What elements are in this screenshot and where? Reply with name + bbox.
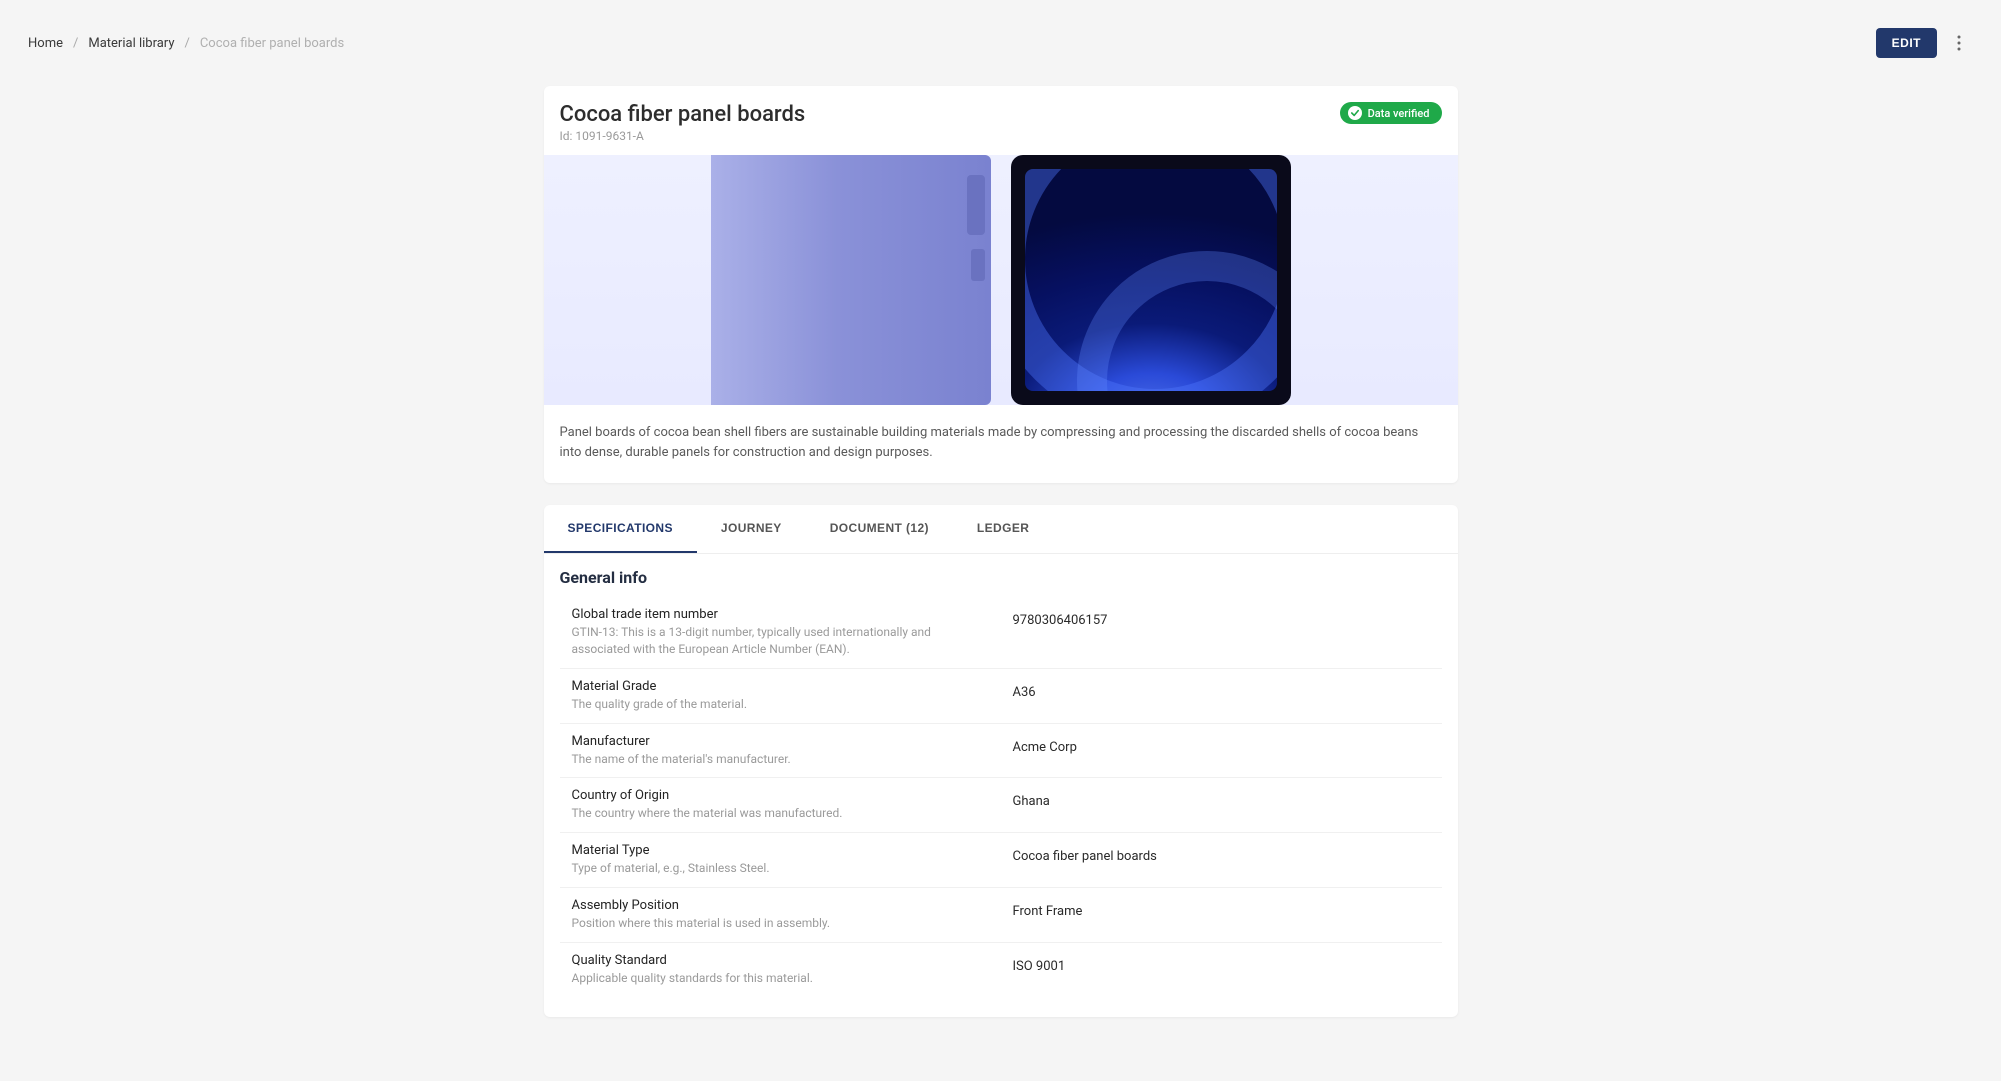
material-id: Id: 1091-9631-A (560, 129, 1442, 143)
spec-value: Cocoa fiber panel boards (1013, 843, 1430, 877)
breadcrumb-separator: / (73, 36, 78, 51)
section-title: General info (560, 568, 1442, 587)
check-circle-icon (1348, 106, 1362, 120)
kebab-icon (1957, 35, 1961, 51)
spec-row: Assembly Position Position where this ma… (560, 888, 1442, 943)
spec-label: Global trade item number (572, 607, 989, 622)
spec-label: Manufacturer (572, 734, 989, 749)
spec-desc: The quality grade of the material. (572, 696, 989, 713)
tabs: SPECIFICATIONS JOURNEY DOCUMENT (12) LED… (544, 505, 1458, 554)
material-details-card: SPECIFICATIONS JOURNEY DOCUMENT (12) LED… (544, 505, 1458, 1016)
spec-value: Ghana (1013, 788, 1430, 822)
breadcrumb-current: Cocoa fiber panel boards (200, 36, 344, 51)
tab-ledger[interactable]: LEDGER (953, 505, 1053, 553)
spec-desc: The name of the material's manufacturer. (572, 751, 989, 768)
status-badge-label: Data verified (1368, 107, 1430, 120)
spec-desc: Applicable quality standards for this ma… (572, 970, 989, 987)
spec-row: Quality Standard Applicable quality stan… (560, 943, 1442, 997)
page-title: Cocoa fiber panel boards (560, 102, 1442, 127)
material-hero-image (544, 155, 1458, 405)
spec-label: Quality Standard (572, 953, 989, 968)
spec-desc: Type of material, e.g., Stainless Steel. (572, 860, 989, 877)
tab-journey[interactable]: JOURNEY (697, 505, 806, 553)
spec-row: Manufacturer The name of the material's … (560, 724, 1442, 779)
spec-value: A36 (1013, 679, 1430, 713)
breadcrumb-library[interactable]: Material library (88, 36, 174, 51)
edit-button[interactable]: EDIT (1876, 28, 1937, 58)
spec-label: Assembly Position (572, 898, 989, 913)
material-description: Panel boards of cocoa bean shell fibers … (560, 423, 1442, 463)
spec-value: 9780306406157 (1013, 607, 1430, 658)
more-menu-button[interactable] (1945, 29, 1973, 57)
breadcrumb: Home / Material library / Cocoa fiber pa… (28, 36, 344, 51)
spec-value: Acme Corp (1013, 734, 1430, 768)
tab-document[interactable]: DOCUMENT (12) (806, 505, 953, 553)
breadcrumb-separator: / (184, 36, 189, 51)
status-badge: Data verified (1340, 102, 1442, 124)
spec-desc: Position where this material is used in … (572, 915, 989, 932)
spec-desc: The country where the material was manuf… (572, 805, 989, 822)
spec-label: Material Grade (572, 679, 989, 694)
material-header-card: Cocoa fiber panel boards Id: 1091-9631-A… (544, 86, 1458, 483)
spec-row: Country of Origin The country where the … (560, 778, 1442, 833)
spec-row: Material Grade The quality grade of the … (560, 669, 1442, 724)
tab-specifications[interactable]: SPECIFICATIONS (544, 505, 697, 553)
spec-value: Front Frame (1013, 898, 1430, 932)
spec-value: ISO 9001 (1013, 953, 1430, 987)
spec-row: Global trade item number GTIN-13: This i… (560, 597, 1442, 669)
spec-row: Material Type Type of material, e.g., St… (560, 833, 1442, 888)
spec-label: Country of Origin (572, 788, 989, 803)
spec-label: Material Type (572, 843, 989, 858)
breadcrumb-home[interactable]: Home (28, 36, 63, 51)
spec-desc: GTIN-13: This is a 13-digit number, typi… (572, 624, 989, 658)
